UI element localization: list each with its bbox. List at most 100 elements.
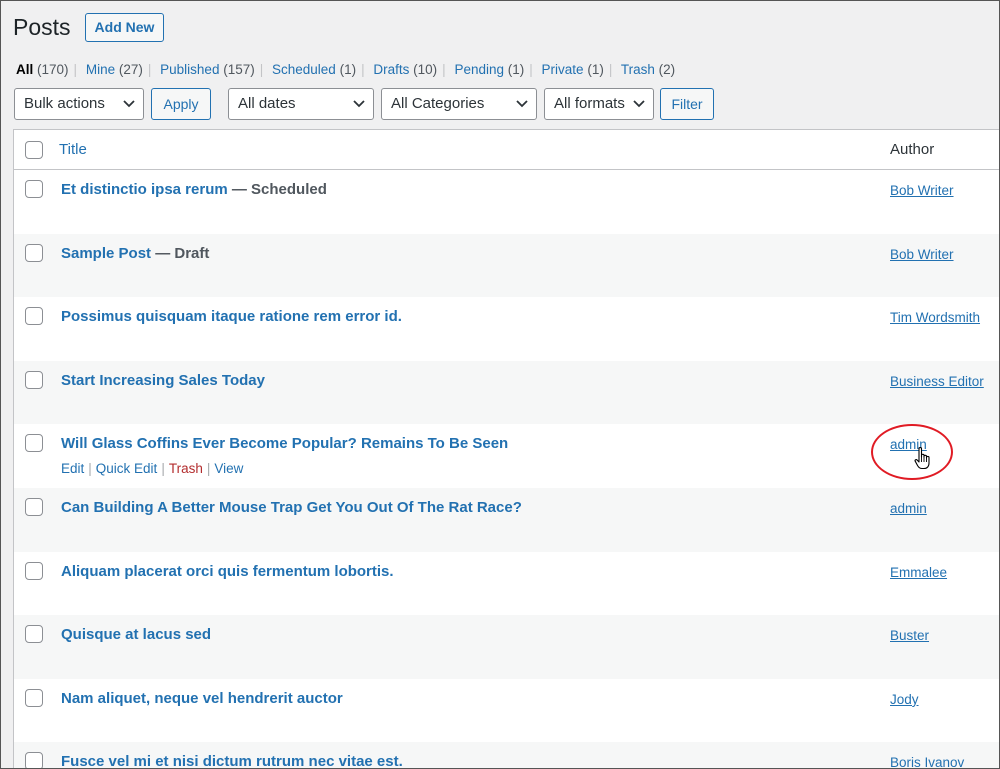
filter-private-label: Private [541,62,584,77]
add-new-button[interactable]: Add New [84,12,165,42]
filter-mine-count: (27) [118,62,143,77]
chevron-down-icon [123,100,135,108]
chevron-down-icon [353,100,365,108]
table-row: Nam aliquet, neque vel hendrerit auctor … [14,679,1000,743]
author-link[interactable]: Business Editor [890,374,984,389]
table-header: Title Author [14,130,1000,170]
row-checkbox[interactable] [25,625,43,644]
row-checkbox[interactable] [25,180,43,198]
author-link[interactable]: Bob Writer [890,247,954,262]
column-title-header[interactable]: Title [59,141,87,158]
post-title-link[interactable]: Nam aliquet, neque vel hendrerit auctor [61,690,343,707]
action-separator: | [88,461,92,477]
table-row: Sample Post — Draft Bob Writer [14,233,1000,298]
page-title: Posts [13,14,71,40]
filter-separator: | [147,62,152,77]
filter-mine-link[interactable]: Mine [86,62,115,77]
filter-private-count: (1) [587,62,604,77]
post-state: Draft [174,244,210,262]
post-title-link[interactable]: Can Building A Better Mouse Trap Get You… [61,499,522,516]
status-filter-links: All (170) | Mine (27) | Published (157) | S… [16,62,675,77]
trash-link[interactable]: Trash [169,461,203,476]
posts-table: Title Author Et distinctio ipsa rerum — … [13,129,1000,769]
filter-separator: | [608,62,613,77]
author-link[interactable]: admin [890,501,927,516]
author-link[interactable]: Emmalee [890,565,947,580]
filter-trash-label: Trash [620,62,655,77]
filter-all-label: All [16,62,34,77]
row-checkbox[interactable] [25,752,43,769]
post-title-link[interactable]: Aliquam placerat orci quis fermentum lob… [61,563,394,580]
action-separator: | [161,461,165,477]
filter-drafts-count: (10) [413,62,438,77]
view-link[interactable]: View [214,461,243,476]
filter-separator: | [361,62,365,77]
action-separator: | [206,461,211,477]
edit-link[interactable]: Edit [61,461,84,476]
post-title-cell: Start Increasing Sales Today [61,372,265,389]
author-link[interactable]: Jody [890,692,919,707]
filter-pending-link[interactable]: Pending [454,62,504,77]
table-row: Aliquam placerat orci quis fermentum lob… [14,552,1000,616]
quick-edit-link[interactable]: Quick Edit [96,461,158,476]
author-link[interactable]: Bob Writer [890,183,954,198]
post-title-link[interactable]: Quisque at lacus sed [61,626,211,643]
state-separator: — [227,181,252,198]
categories-value: All Categories [391,95,485,112]
author-link[interactable]: Buster [890,628,929,643]
post-title-cell: Nam aliquet, neque vel hendrerit auctor [61,690,343,707]
post-title-link[interactable]: Will Glass Coffins Ever Become Popular? … [61,435,508,452]
filter-private-link[interactable]: Private [542,62,584,77]
hand-pointer-icon [914,446,930,470]
row-checkbox[interactable] [25,370,43,389]
post-title-link[interactable]: Et distinctio ipsa rerum [61,181,228,198]
table-row: Can Building A Better Mouse Trap Get You… [14,487,1000,552]
filter-separator: | [529,62,533,77]
row-checkbox[interactable] [25,561,43,580]
filter-scheduled-label: Scheduled [272,62,336,77]
filter-separator: | [442,62,446,77]
filter-separator: | [73,62,78,77]
post-title-link[interactable]: Possimus quisquam itaque ratione rem err… [61,308,402,325]
categories-select[interactable]: All Categories [381,88,537,120]
bulk-actions-select[interactable]: Bulk actions [14,88,144,120]
filter-trash-link[interactable]: Trash [621,62,655,77]
filter-published-link[interactable]: Published [160,62,219,77]
post-title-cell: Quisque at lacus sed [61,626,211,643]
row-checkbox[interactable] [25,434,43,453]
filter-scheduled-count: (1) [339,62,357,77]
post-title-link[interactable]: Fusce vel mi et nisi dictum rutrum nec v… [61,753,403,769]
filter-scheduled-link[interactable]: Scheduled [272,62,336,77]
page-header: Posts Add New [13,12,165,42]
table-row: Possimus quisquam itaque ratione rem err… [14,297,1000,361]
row-checkbox[interactable] [25,307,43,326]
post-title-link[interactable]: Sample Post [61,245,151,262]
chevron-down-icon [516,100,528,108]
select-all-checkbox[interactable] [25,141,43,159]
filter-all-link[interactable]: All [16,62,33,77]
dates-select[interactable]: All dates [228,88,374,120]
filter-button[interactable]: Filter [660,88,714,120]
table-row: Start Increasing Sales Today Business Ed… [14,360,1000,425]
post-title-cell: Sample Post — Draft [61,245,209,262]
filter-drafts-label: Drafts [373,62,410,77]
apply-button[interactable]: Apply [151,88,211,120]
column-author-header: Author [890,141,935,158]
filter-published-label: Published [160,62,220,77]
post-title-cell: Will Glass Coffins Ever Become Popular? … [61,435,508,452]
formats-select[interactable]: All formats [544,88,654,120]
bulk-actions-value: Bulk actions [24,95,105,112]
post-title-cell: Aliquam placerat orci quis fermentum lob… [61,563,394,580]
row-checkbox[interactable] [25,243,43,262]
chevron-down-icon [633,100,645,108]
filter-all-count: (170) [37,62,69,77]
row-checkbox[interactable] [25,688,43,707]
post-title-link[interactable]: Start Increasing Sales Today [61,372,265,389]
table-row: Quisque at lacus sed Buster [14,615,1000,679]
filter-drafts-link[interactable]: Drafts [373,62,409,77]
filter-separator: | [259,62,264,77]
row-checkbox[interactable] [25,497,43,516]
author-link[interactable]: Tim Wordsmith [890,310,980,325]
filter-pending-count: (1) [507,62,525,77]
author-link[interactable]: Boris Ivanov [890,755,964,769]
